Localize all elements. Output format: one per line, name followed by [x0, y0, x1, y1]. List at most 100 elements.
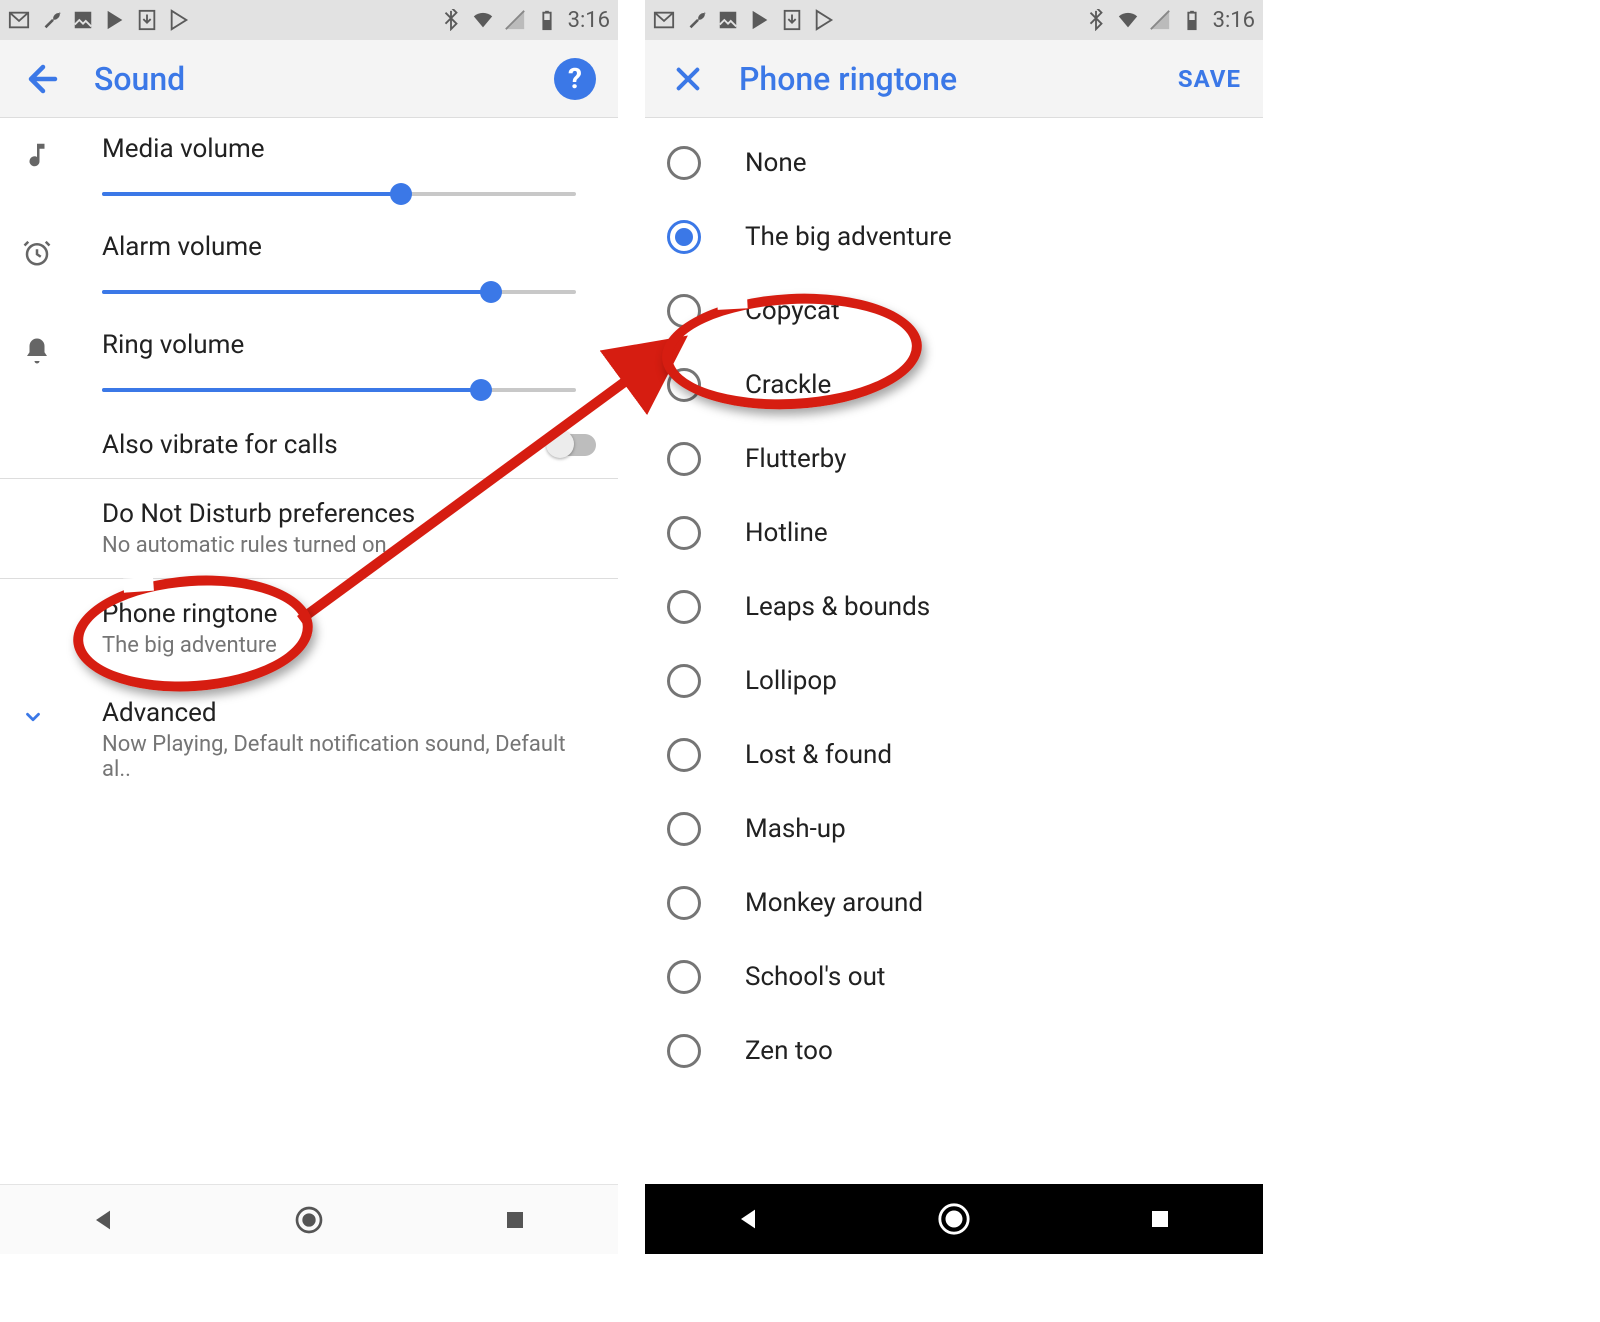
radio-icon[interactable]	[667, 1034, 701, 1068]
ringtone-label: Leaps & bounds	[745, 592, 930, 622]
status-bar: 3:16	[645, 0, 1263, 40]
radio-icon[interactable]	[667, 812, 701, 846]
chevron-down-icon	[22, 698, 102, 782]
media-volume-row: Media volume	[0, 118, 618, 216]
ringtone-label: Flutterby	[745, 444, 846, 474]
radio-icon[interactable]	[667, 146, 701, 180]
ringtone-item-copycat[interactable]: Copycat	[645, 274, 1263, 348]
page-title: Sound	[94, 60, 524, 98]
battery-icon	[536, 9, 558, 31]
signal-icon	[1149, 9, 1171, 31]
radio-icon[interactable]	[667, 590, 701, 624]
ringtone-item-the-big-adventure[interactable]: The big adventure	[645, 200, 1263, 274]
radio-icon[interactable]	[667, 368, 701, 402]
radio-icon[interactable]	[667, 738, 701, 772]
photos-icon	[717, 9, 739, 31]
nav-back-button[interactable]	[718, 1198, 778, 1240]
download-icon	[781, 9, 803, 31]
save-button[interactable]: SAVE	[1178, 65, 1241, 93]
radio-icon[interactable]	[667, 220, 701, 254]
radio-icon[interactable]	[667, 516, 701, 550]
ringtone-label: Mash-up	[745, 814, 846, 844]
ringtone-label: Crackle	[745, 370, 831, 400]
app-bar: Sound ?	[0, 40, 618, 118]
phone-ringtone-row[interactable]: Phone ringtone The big adventure	[0, 579, 618, 678]
ringtone-item-zen-too[interactable]: Zen too	[645, 1014, 1263, 1088]
close-button[interactable]	[667, 58, 709, 100]
vibrate-switch[interactable]	[548, 434, 596, 456]
screen-sound-settings: 3:16 Sound ? Media volume	[0, 0, 618, 1254]
radio-icon[interactable]	[667, 886, 701, 920]
radio-icon[interactable]	[667, 960, 701, 994]
photos-icon	[72, 9, 94, 31]
alarm-volume-row: Alarm volume	[0, 216, 618, 314]
ringtone-label: School's out	[745, 962, 885, 992]
ringtone-label: Zen too	[745, 1036, 833, 1066]
ringtone-item-mash-up[interactable]: Mash-up	[645, 792, 1263, 866]
music-note-icon	[22, 134, 102, 170]
wrench-icon	[685, 9, 707, 31]
radio-icon[interactable]	[667, 664, 701, 698]
nav-recent-button[interactable]	[1130, 1198, 1190, 1240]
ringtone-label: Copycat	[745, 296, 840, 326]
status-bar: 3:16	[0, 0, 618, 40]
ring-volume-slider[interactable]	[102, 378, 576, 402]
page-title: Phone ringtone	[739, 60, 1148, 98]
nav-recent-button[interactable]	[485, 1199, 545, 1241]
ringtone-label: Lollipop	[745, 666, 837, 696]
alarm-volume-label: Alarm volume	[102, 232, 576, 262]
ringtone-list[interactable]: None The big adventure Copycat Crackle Flutt…	[645, 118, 1263, 1096]
status-left-icons	[653, 9, 835, 31]
alarm-clock-icon	[22, 232, 102, 268]
ringtone-label: The big adventure	[745, 222, 952, 252]
play-icon	[813, 9, 835, 31]
ringtone-item-lost-found[interactable]: Lost & found	[645, 718, 1263, 792]
signal-icon	[504, 9, 526, 31]
vibrate-label: Also vibrate for calls	[102, 430, 548, 460]
ringtone-item-school-s-out[interactable]: School's out	[645, 940, 1263, 1014]
nav-home-button[interactable]	[279, 1199, 339, 1241]
download-icon	[136, 9, 158, 31]
radio-icon[interactable]	[667, 442, 701, 476]
ringtone-item-flutterby[interactable]: Flutterby	[645, 422, 1263, 496]
wrench-icon	[40, 9, 62, 31]
nav-bar	[0, 1184, 618, 1254]
ringtone-item-leaps-bounds[interactable]: Leaps & bounds	[645, 570, 1263, 644]
wifi-icon	[472, 9, 494, 31]
status-right-icons: 3:16	[440, 8, 610, 33]
vibrate-for-calls-row[interactable]: Also vibrate for calls	[0, 412, 618, 478]
ringtone-label: Monkey around	[745, 888, 923, 918]
gmail-icon	[8, 9, 30, 31]
ringtone-subtitle: The big adventure	[102, 633, 596, 658]
alarm-volume-slider[interactable]	[102, 280, 576, 304]
media-volume-label: Media volume	[102, 134, 576, 164]
dnd-subtitle: No automatic rules turned on	[102, 533, 596, 558]
ringtone-item-none[interactable]: None	[645, 126, 1263, 200]
advanced-title: Advanced	[102, 698, 596, 728]
ringtone-item-hotline[interactable]: Hotline	[645, 496, 1263, 570]
ring-volume-label: Ring volume	[102, 330, 576, 360]
bell-icon	[22, 330, 102, 366]
media-volume-slider[interactable]	[102, 182, 576, 206]
play-icon	[168, 9, 190, 31]
nav-home-button[interactable]	[924, 1198, 984, 1240]
ring-volume-row: Ring volume	[0, 314, 618, 412]
ringtone-label: Hotline	[745, 518, 828, 548]
back-button[interactable]	[22, 58, 64, 100]
radio-icon[interactable]	[667, 294, 701, 328]
status-time: 3:16	[1213, 8, 1255, 33]
ringtone-item-lollipop[interactable]: Lollipop	[645, 644, 1263, 718]
gmail-icon	[653, 9, 675, 31]
advanced-subtitle: Now Playing, Default notification sound,…	[102, 732, 596, 782]
status-left-icons	[8, 9, 190, 31]
advanced-row[interactable]: Advanced Now Playing, Default notificati…	[0, 678, 618, 802]
bluetooth-icon	[1085, 9, 1107, 31]
ringtone-item-monkey-around[interactable]: Monkey around	[645, 866, 1263, 940]
ringtone-title: Phone ringtone	[102, 599, 596, 629]
nav-bar	[645, 1184, 1263, 1254]
dnd-preferences-row[interactable]: Do Not Disturb preferences No automatic …	[0, 479, 618, 578]
nav-back-button[interactable]	[73, 1199, 133, 1241]
help-button[interactable]: ?	[554, 58, 596, 100]
ringtone-item-crackle[interactable]: Crackle	[645, 348, 1263, 422]
bluetooth-icon	[440, 9, 462, 31]
